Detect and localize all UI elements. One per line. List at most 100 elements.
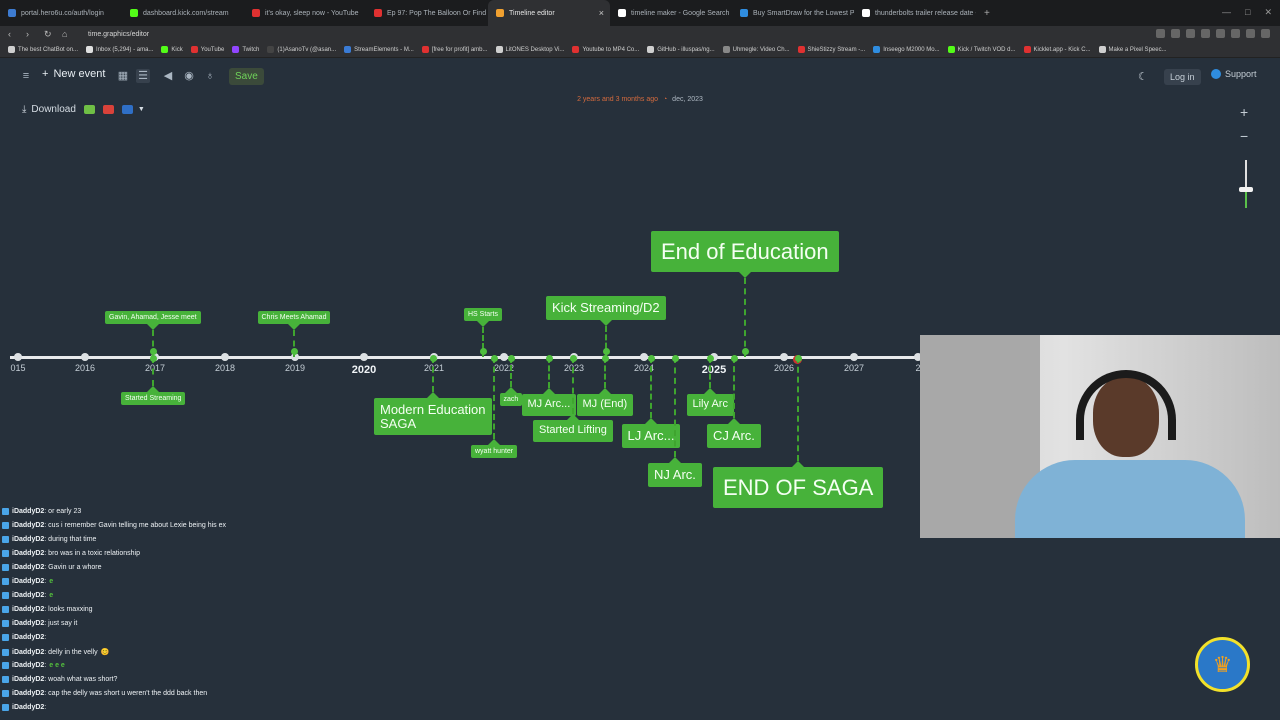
timeline-event[interactable]: End of Education [651,231,839,279]
chat-badge-icon [2,662,9,669]
event-dot [602,355,609,362]
event-connector [744,278,746,357]
chat-username: iDaddyD2 [12,522,45,529]
chat-text: : bro was in a toxic relationship [44,550,141,557]
chat-message: iDaddyD2 : cus i remember Gavin telling … [2,522,226,529]
timeline-event[interactable]: Started Lifting [533,414,613,442]
year-label: 2016 [74,363,96,373]
event-connector [572,357,574,414]
timeline-event[interactable]: LJ Arc... [621,418,681,448]
event-dot [150,348,157,355]
event-dot [430,355,437,362]
timeline-event[interactable]: CJ Arc. [707,418,761,448]
event-dot [672,355,679,362]
chat-badge-icon [2,690,9,697]
headphones [1076,370,1176,440]
chat-badge-icon [2,634,9,641]
timeline-event[interactable]: wyatt hunter [471,438,518,459]
chat-username: iDaddyD2 [12,606,45,613]
chat-text: : [44,704,47,711]
chat-username: iDaddyD2 [12,648,45,656]
chat-text: : Gavin ur a whore [44,564,102,571]
chat-username: iDaddyD2 [12,620,45,627]
event-connector [674,357,676,457]
chat-username: iDaddyD2 [12,690,45,697]
chat-message: iDaddyD2 : woah what was short? [2,676,117,683]
chat-text: : [44,592,47,599]
year-tick [81,353,89,361]
chat-text: : looks maxxing [44,606,93,613]
chat-text: : cus i remember Gavin telling me about … [44,522,226,529]
chat-badge-icon [2,592,9,599]
year-tick [360,353,368,361]
timeline-event[interactable]: Chris Meets Ahamad [257,311,331,331]
timeline-event[interactable]: END OF SAGA [713,460,884,509]
year-label: 2019 [284,363,306,373]
crown-icon[interactable]: ♛ [1195,637,1250,692]
chat-message: iDaddyD2 :e [2,578,53,585]
timeline-event[interactable]: Started Streaming [121,385,186,406]
chat-message: iDaddyD2 :e [2,592,53,599]
chat-text: : or early 23 [44,508,82,515]
event-connector [650,357,652,418]
chat-message: iDaddyD2 : cap the delly was short u wer… [2,690,207,697]
timeline-event[interactable]: HS Starts [464,308,502,328]
chat-badge-icon [2,606,9,613]
event-dot [491,355,498,362]
year-tick [14,353,22,361]
chat-username: iDaddyD2 [12,592,45,599]
chat-text: : woah what was short? [44,676,118,683]
timeline-event[interactable]: zach [499,386,523,407]
event-connector [733,357,735,418]
chat-username: iDaddyD2 [12,676,45,683]
chat-username: iDaddyD2 [12,508,45,515]
chat-message: iDaddyD2 : Gavin ur a whore [2,564,102,571]
chat-message: iDaddyD2 : looks maxxing [2,606,93,613]
year-tick [500,353,508,361]
chat-username: iDaddyD2 [12,550,45,557]
chat-message: iDaddyD2 : [2,634,46,641]
year-label: 2021 [423,363,445,373]
chat-text: : [44,662,47,669]
chat-text: : cap the delly was short u weren't the … [44,690,208,697]
chat-username: iDaddyD2 [12,536,45,543]
chat-badge-icon [2,508,9,515]
chat-message: iDaddyD2 : just say it [2,620,77,627]
event-dot [291,348,298,355]
chat-badge-icon [2,578,9,585]
chat-emote: e [49,592,54,599]
chat-text: : just say it [44,620,78,627]
timeline-event[interactable]: MJ (End) [576,388,634,416]
event-dot [508,355,515,362]
chat-text: : delly in the velly [44,648,98,656]
chat-message: iDaddyD2 :e e e [2,662,65,669]
timeline-event[interactable]: Modern Education SAGA [374,391,492,436]
chat-badge-icon [2,536,9,543]
chat-text: : [44,578,47,585]
timeline-event[interactable]: NJ Arc. [648,457,702,487]
chat-username: iDaddyD2 [12,578,45,585]
timeline-event[interactable]: Lily Arc [686,388,734,416]
event-dot [603,348,610,355]
chat-badge-icon [2,550,9,557]
chat-emote: 😊 [100,649,110,656]
chat-emote: e [49,578,54,585]
event-dot [570,355,577,362]
year-tick [221,353,229,361]
year-label: 2026 [773,363,795,373]
chat-badge-icon [2,522,9,529]
chat-badge-icon [2,564,9,571]
year-tick [640,353,648,361]
year-label: 2017 [144,363,166,373]
timeline-event[interactable]: Gavin, Ahamad, Jesse meet [105,311,201,331]
event-dot [648,355,655,362]
year-tick [780,353,788,361]
stream-chat-overlay: iDaddyD2 : or early 23 iDaddyD2 : cus i r… [0,508,360,720]
chat-badge-icon [2,676,9,683]
year-label: 2018 [214,363,236,373]
year-tick [850,353,858,361]
webcam-overlay [920,335,1280,538]
timeline-event[interactable]: Kick Streaming/D2 [546,296,666,326]
event-dot [731,355,738,362]
event-connector [493,357,495,439]
